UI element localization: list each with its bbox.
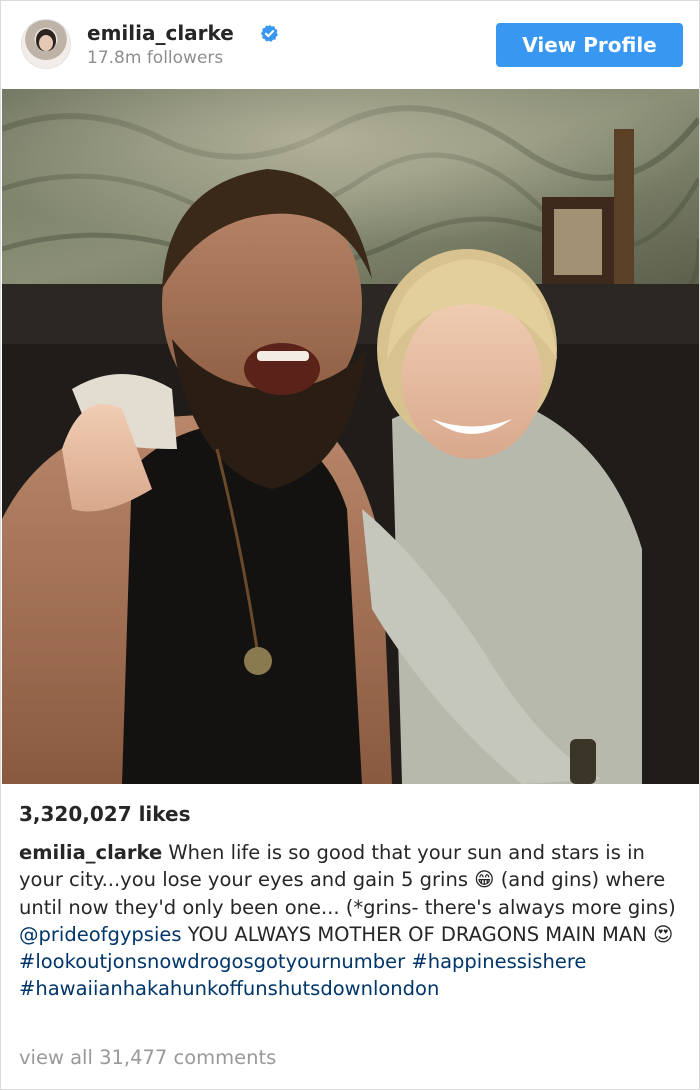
post-caption: emilia_clarke When life is so good that … xyxy=(19,839,684,1003)
view-profile-button[interactable]: View Profile xyxy=(496,23,683,67)
likes-count: 3,320,027 likes xyxy=(19,802,191,826)
follower-count: 17.8m followers xyxy=(87,48,224,68)
caption-hashtag[interactable]: #hawaiianhakahunkoffunshutsdownlondon xyxy=(19,977,439,1000)
post-photo[interactable] xyxy=(2,89,699,784)
post-header: emilia_clarke 17.8m followers View Profi… xyxy=(1,1,699,89)
avatar[interactable] xyxy=(21,19,71,69)
instagram-embed-card: emilia_clarke 17.8m followers View Profi… xyxy=(0,0,700,1090)
caption-hashtag[interactable]: #lookoutjonsnowdrogosgotyournumber xyxy=(19,950,405,973)
caption-text-2: YOU ALWAYS MOTHER OF DRAGONS MAIN MAN 😍 xyxy=(181,922,674,946)
caption-author[interactable]: emilia_clarke xyxy=(19,841,162,864)
verified-badge-icon xyxy=(260,24,278,42)
view-all-comments-link[interactable]: view all 31,477 comments xyxy=(19,1045,276,1071)
caption-hashtag[interactable]: #happinessishere xyxy=(411,950,586,973)
username[interactable]: emilia_clarke xyxy=(87,21,234,45)
caption-mention[interactable]: @prideofgypsies xyxy=(19,923,182,946)
photo-illustration xyxy=(2,89,699,784)
